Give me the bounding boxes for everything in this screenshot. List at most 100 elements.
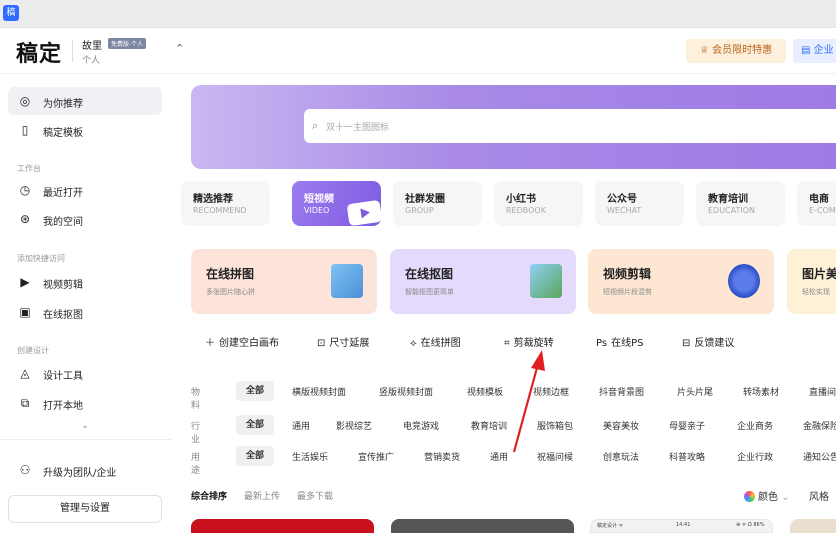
- filter-option[interactable]: 生活娱乐: [292, 450, 328, 463]
- search-placeholder: 双十一主图图标: [326, 123, 390, 133]
- category-tab-video[interactable]: 短视频 VIDEO: [292, 181, 383, 227]
- filter-option[interactable]: 转场素材: [743, 385, 779, 398]
- feedback-icon: ⊟: [682, 338, 691, 349]
- camera-illustration-icon: [728, 264, 760, 298]
- app-logo[interactable]: 稿定: [16, 36, 62, 68]
- filter-option[interactable]: 营销卖货: [424, 450, 460, 463]
- sidebar-item-recent[interactable]: ◷ 最近打开: [8, 176, 162, 204]
- workspace-name[interactable]: 故里: [82, 37, 102, 52]
- filter-option[interactable]: 金融保险: [803, 419, 836, 432]
- tool-title: 视频剪辑: [603, 267, 652, 281]
- category-subtitle: WECHAT: [607, 206, 642, 215]
- top-header: 稿定 故里 免费版-个人 个人 ⌃ ♕ 会员限时特惠 ▤ 企业: [0, 28, 836, 74]
- quick-action-blank-canvas[interactable]: ＋创建空白画布: [205, 334, 279, 349]
- quick-action-feedback[interactable]: ⊟ 反馈建议: [682, 334, 734, 349]
- category-tab-group[interactable]: 社群发圈 GROUP: [393, 181, 482, 226]
- sidebar-item-label: 最近打开: [43, 188, 83, 199]
- open-local-icon: ⧉: [20, 396, 30, 410]
- tool-card-video-edit[interactable]: 视频剪辑 短视频片段混剪: [588, 249, 774, 314]
- filter-option[interactable]: 母婴亲子: [669, 419, 705, 432]
- template-thumbnail[interactable]: [391, 519, 574, 533]
- filter-label: 行业: [191, 422, 201, 445]
- sort-option-downloads[interactable]: 最多下载: [297, 489, 333, 502]
- sidebar-item-video-edit[interactable]: ▶ 视频剪辑: [8, 268, 162, 296]
- template-thumbnail[interactable]: 稿定设计 ᯤ 14:41 ⊕ ᯤ Ω 86%: [590, 519, 773, 533]
- building-icon: ▤: [801, 45, 814, 56]
- crop-icon: ⌗: [504, 338, 510, 349]
- quick-action-crop-rotate[interactable]: ⌗ 剪裁旋转: [504, 334, 554, 349]
- puzzle-icon: ⟡: [410, 338, 417, 349]
- style-filter-dropdown[interactable]: 风格: [809, 488, 829, 503]
- sidebar-item-my-space[interactable]: ⊛ 我的空间: [8, 205, 162, 233]
- filter-option[interactable]: 横版视频封面: [292, 385, 346, 398]
- template-thumbnail[interactable]: [790, 519, 836, 533]
- filter-option[interactable]: 电竞游戏: [403, 419, 439, 432]
- enterprise-button[interactable]: ▤ 企业: [793, 39, 836, 63]
- sidebar-item-label: 设计工具: [43, 371, 83, 382]
- filter-option[interactable]: 直播间: [809, 385, 836, 398]
- filter-option[interactable]: 企业行政: [737, 450, 773, 463]
- sidebar-item-templates[interactable]: ▯ 稿定模板: [8, 116, 162, 144]
- category-tab-education[interactable]: 教育培训 EDUCATION: [696, 181, 785, 226]
- sort-option-latest[interactable]: 最新上传: [244, 489, 280, 502]
- quick-action-resize[interactable]: ⊡ 尺寸延展: [317, 334, 369, 349]
- filter-option[interactable]: 教育培训: [471, 419, 507, 432]
- sidebar-item-recommend[interactable]: ◎ 为你推荐: [8, 87, 162, 115]
- tool-subtitle: 智能抠图更简单: [405, 288, 454, 296]
- quick-action-collage[interactable]: ⟡ 在线拼图: [410, 334, 461, 349]
- chevron-down-icon: ⌄: [781, 492, 790, 503]
- filter-option[interactable]: 视频模板: [467, 385, 503, 398]
- filter-option[interactable]: 科普攻略: [669, 450, 705, 463]
- quick-action-online-ps[interactable]: Ps 在线PS: [596, 334, 643, 349]
- tool-card-image-beautify[interactable]: 图片美 轻松实现: [787, 249, 836, 314]
- video-edit-icon: ▶: [20, 275, 30, 289]
- filter-option[interactable]: 全部: [236, 381, 275, 401]
- up-down-chevron-icon[interactable]: ⌃: [175, 42, 184, 55]
- filter-option[interactable]: 通知公告: [803, 450, 836, 463]
- sort-option-default[interactable]: 综合排序: [191, 489, 227, 502]
- category-tab-redbook[interactable]: 小红书 REDBOOK: [494, 181, 583, 226]
- sidebar-item-cutout[interactable]: ▣ 在线抠图: [8, 298, 162, 326]
- filter-option[interactable]: 通用: [292, 419, 310, 432]
- sidebar-item-label: 为你推荐: [43, 99, 83, 110]
- tool-card-collage[interactable]: 在线拼图 多张图片随心拼: [191, 249, 377, 314]
- filter-option[interactable]: 创意玩法: [603, 450, 639, 463]
- filter-option[interactable]: 视频边框: [533, 385, 569, 398]
- filter-option[interactable]: 美容美妆: [603, 419, 639, 432]
- manage-settings-button[interactable]: 管理与设置: [8, 495, 162, 523]
- filter-option[interactable]: 通用: [490, 450, 508, 463]
- sidebar-item-label: 在线抠图: [43, 310, 83, 321]
- tool-subtitle: 轻松实现: [802, 288, 830, 296]
- tool-subtitle: 短视频片段混剪: [603, 288, 652, 296]
- filter-option[interactable]: 祝福问候: [537, 450, 573, 463]
- vip-promo-button[interactable]: ♕ 会员限时特惠: [686, 39, 786, 63]
- color-filter-dropdown[interactable]: 颜色 ⌄: [744, 488, 790, 503]
- search-input[interactable]: ⌕ 双十一主图图标: [304, 109, 836, 143]
- category-title: 短视频: [304, 194, 334, 205]
- image-illustration-icon: [530, 264, 562, 298]
- template-thumbnail[interactable]: [191, 519, 374, 533]
- category-tab-ecommerce[interactable]: 电商 E-COM: [797, 181, 836, 226]
- chevron-down-icon[interactable]: ⌄: [8, 421, 162, 437]
- tool-title: 图片美: [802, 267, 836, 281]
- filter-option[interactable]: 抖音背景图: [599, 385, 644, 398]
- sidebar-item-open-local[interactable]: ⧉ 打开本地: [8, 389, 162, 417]
- sidebar-item-upgrade[interactable]: ⚇ 升级为团队/企业: [8, 456, 162, 484]
- filter-label: 用途: [191, 453, 201, 476]
- sidebar-item-design-tool[interactable]: ◬ 设计工具: [8, 359, 162, 387]
- filter-option[interactable]: 服饰箱包: [537, 419, 573, 432]
- category-subtitle: RECOMMEND: [193, 206, 247, 215]
- filter-option[interactable]: 片头片尾: [677, 385, 713, 398]
- phone-status-left: 稿定设计 ᯤ: [597, 523, 624, 529]
- plus-icon: ＋: [205, 338, 215, 349]
- filter-option[interactable]: 宣传推广: [358, 450, 394, 463]
- filter-option[interactable]: 企业商务: [737, 419, 773, 432]
- tool-card-cutout[interactable]: 在线抠图 智能抠图更简单: [390, 249, 576, 314]
- tool-subtitle: 多张图片随心拼: [206, 288, 255, 296]
- filter-option[interactable]: 影视综艺: [336, 419, 372, 432]
- filter-option[interactable]: 全部: [236, 446, 275, 466]
- category-tab-wechat[interactable]: 公众号 WECHAT: [595, 181, 684, 226]
- category-tab-recommend[interactable]: 精选推荐 RECOMMEND: [181, 181, 270, 226]
- filter-option[interactable]: 全部: [236, 415, 275, 435]
- filter-option[interactable]: 竖版视频封面: [379, 385, 433, 398]
